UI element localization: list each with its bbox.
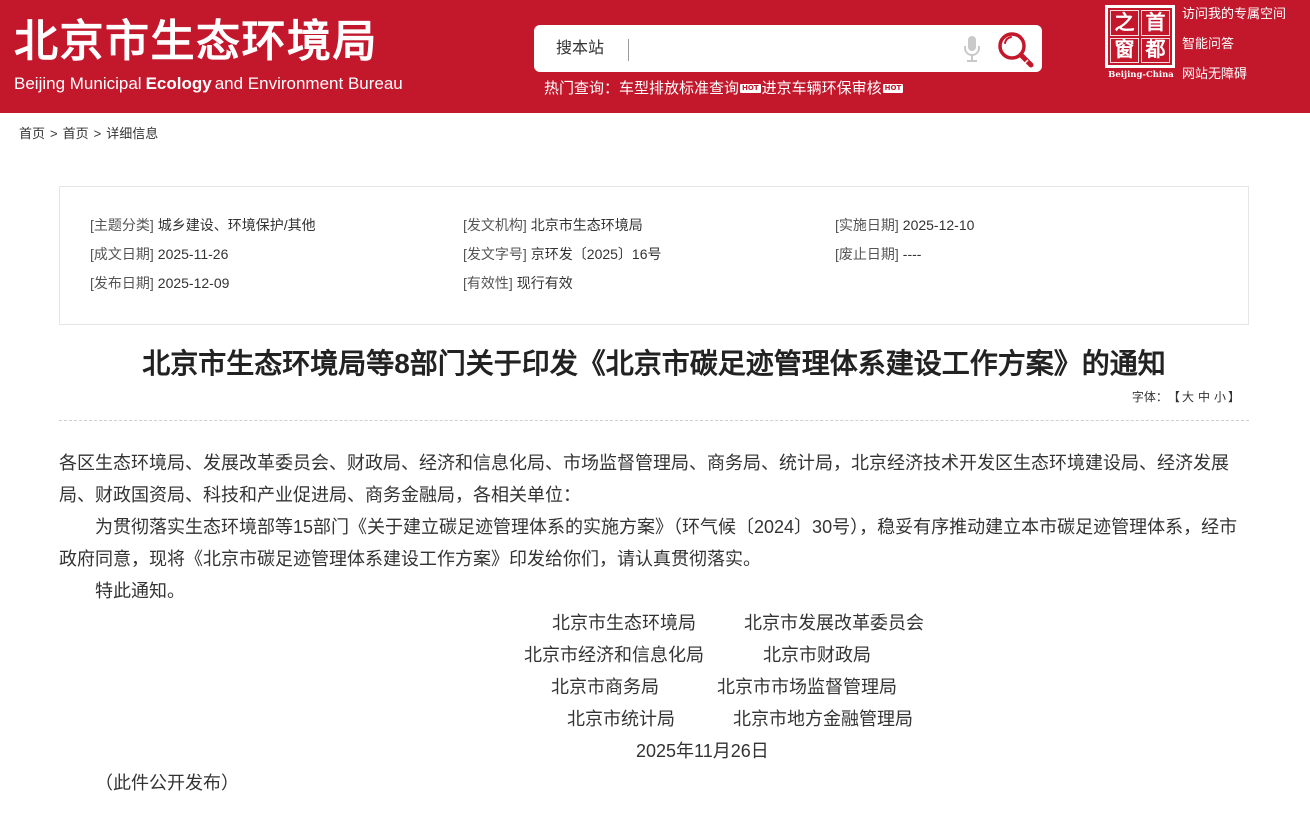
site-header: 北京市生态环境局 Beijing Municipal Ecology and Env… xyxy=(0,0,1310,113)
article-title: 北京市生态环境局等8部门关于印发《北京市碳足迹管理体系建设工作方案》的通知 xyxy=(142,348,1166,379)
metadata-value: ---- xyxy=(902,246,922,262)
body-paragraph: 为贯彻落实生态环境部等15部门《关于建立碳足迹管理体系的实施方案》（环气候〔20… xyxy=(59,517,1238,569)
site-subtitle-part: Ecology xyxy=(145,74,212,93)
closing-paragraph: 特此通知。 xyxy=(95,581,185,601)
font-size-bracket: 】 xyxy=(1227,390,1240,404)
signatory: 北京市发展改革委员会 xyxy=(744,613,924,633)
metadata-label: [成文日期] xyxy=(90,246,154,262)
article-content: [主题分类] 城乡建设、环境保护/其他 [成文日期] 2025-11-26 [发布日… xyxy=(59,186,1249,806)
breadcrumb-home[interactable]: 首页 xyxy=(19,126,45,141)
article-body: 各区生态环境局、发展改革委员会、财政局、经济和信息化局、市场监督管理局、商务局、… xyxy=(59,447,1249,799)
signatory: 北京市财政局 xyxy=(763,645,871,665)
font-size-control: 字体： 【大中小】 xyxy=(1132,389,1240,405)
logo-caption: Beijing-China xyxy=(1108,70,1174,80)
metadata-row: [废止日期] ---- xyxy=(835,240,1195,269)
metadata-value: 2025-12-09 xyxy=(157,275,230,291)
signatory: 北京市商务局 xyxy=(551,677,659,697)
hot-queries: 热门查询：车型排放标准查询 HOT 进京车辆环保审核 HOT xyxy=(544,80,904,98)
site-title[interactable]: 北京市生态环境局 xyxy=(14,15,378,69)
font-size-label: 字体： xyxy=(1131,390,1168,404)
breadcrumb-separator: > xyxy=(93,126,102,141)
breadcrumb-separator: > xyxy=(50,126,58,141)
metadata-value: 2025-11-26 xyxy=(157,246,229,262)
signatory: 北京市地方金融管理局 xyxy=(733,709,913,729)
metadata-row: [成文日期] 2025-11-26 xyxy=(90,240,450,269)
metadata-label: [有效性] xyxy=(463,275,513,291)
metadata-value: 2025-12-10 xyxy=(902,217,975,233)
metadata-label: [发布日期] xyxy=(90,275,154,291)
signature-date-row: 2025年11月26日 xyxy=(59,735,1249,767)
hot-badge: HOT xyxy=(882,84,904,93)
breadcrumb-home[interactable]: 首页 xyxy=(63,126,89,141)
metadata-label: [实施日期] xyxy=(835,217,899,233)
metadata-row: [实施日期] 2025-12-10 xyxy=(835,211,1195,240)
release-note: （此件公开发布） xyxy=(95,773,239,793)
metadata-column: [主题分类] 城乡建设、环境保护/其他 [成文日期] 2025-11-26 [发布日… xyxy=(90,211,450,298)
breadcrumb-current: 详细信息 xyxy=(106,126,159,141)
search-divider xyxy=(628,39,629,61)
metadata-label: [主题分类] xyxy=(90,217,154,233)
metadata-row: [发文字号] 京环发〔2025〕16号 xyxy=(463,240,823,269)
font-size-medium[interactable]: 中 xyxy=(1198,390,1210,404)
metadata-label: [发文机构] xyxy=(463,217,527,233)
search-icon[interactable] xyxy=(994,28,1036,70)
logo-mark: 之 首 窗 都 xyxy=(1105,5,1175,68)
metadata-value: 京环发〔2025〕16号 xyxy=(530,246,662,262)
signatory-row: 北京市商务局 北京市市场监督管理局 xyxy=(59,671,1249,703)
signatory-row: 北京市统计局 北京市地方金融管理局 xyxy=(59,703,1249,735)
capital-window-logo[interactable]: 之 首 窗 都 Beijing-China xyxy=(1105,5,1177,85)
hot-query-link[interactable]: 车型排放标准查询 xyxy=(619,80,739,97)
logo-char: 首 xyxy=(1141,10,1170,36)
metadata-row: [发文机构] 北京市生态环境局 xyxy=(463,211,823,240)
accessibility-link[interactable]: 网站无障碍 xyxy=(1182,64,1308,94)
personal-space-link[interactable]: 访问我的专属空间 xyxy=(1182,4,1308,34)
font-size-large[interactable]: 大 xyxy=(1182,390,1194,404)
signature-date: 2025年11月26日 xyxy=(636,741,769,761)
site-subtitle-part: Beijing Municipal xyxy=(14,74,142,93)
search-input[interactable] xyxy=(638,33,954,64)
site-subtitle-part: and Environment Bureau xyxy=(214,74,403,93)
metadata-row: [有效性] 现行有效 xyxy=(463,269,823,298)
metadata-label: [废止日期] xyxy=(835,246,899,262)
hot-badge: HOT xyxy=(740,84,761,93)
breadcrumb: 首页 > 首页 > 详细信息 xyxy=(19,125,158,143)
microphone-icon[interactable] xyxy=(962,35,982,63)
font-size-bracket: 【 xyxy=(1173,390,1180,404)
metadata-column: [发文机构] 北京市生态环境局 [发文字号] 京环发〔2025〕16号 [有效性] 现… xyxy=(463,211,823,298)
signatory: 北京市生态环境局 xyxy=(552,613,696,633)
signatory: 北京市统计局 xyxy=(567,709,675,729)
title-divider xyxy=(59,420,1249,421)
site-subtitle: Beijing Municipal Ecology and Environment … xyxy=(14,73,403,95)
document-metadata-box: [主题分类] 城乡建设、环境保护/其他 [成文日期] 2025-11-26 [发布日… xyxy=(59,186,1249,325)
metadata-row: [发布日期] 2025-12-09 xyxy=(90,269,450,298)
metadata-value: 北京市生态环境局 xyxy=(530,217,643,233)
logo-char: 之 xyxy=(1110,10,1139,36)
metadata-value: 城乡建设、环境保护/其他 xyxy=(157,217,316,233)
hot-queries-label: 热门查询： xyxy=(544,80,620,97)
metadata-column: [实施日期] 2025-12-10 [废止日期] ---- xyxy=(835,211,1195,269)
signatory-row: 北京市生态环境局 北京市发展改革委员会 xyxy=(59,607,1249,639)
font-size-small[interactable]: 小 xyxy=(1214,390,1226,404)
metadata-row: [主题分类] 城乡建设、环境保护/其他 xyxy=(90,211,450,240)
search-scope-label[interactable]: 搜本站 xyxy=(556,25,604,72)
smart-qa-link[interactable]: 智能问答 xyxy=(1182,34,1308,64)
header-quick-links: 访问我的专属空间 智能问答 网站无障碍 xyxy=(1182,4,1308,94)
search-box: 搜本站 xyxy=(534,25,1042,72)
logo-char: 窗 xyxy=(1110,37,1139,63)
signatory: 北京市市场监督管理局 xyxy=(717,677,897,697)
signatory: 北京市经济和信息化局 xyxy=(524,645,704,665)
hot-query-link[interactable]: 进京车辆环保审核 xyxy=(762,80,882,97)
metadata-value: 现行有效 xyxy=(516,275,573,291)
salutation-paragraph: 各区生态环境局、发展改革委员会、财政局、经济和信息化局、市场监督管理局、商务局、… xyxy=(59,453,1229,505)
logo-char: 都 xyxy=(1141,37,1170,63)
metadata-label: [发文字号] xyxy=(463,246,527,262)
signatory-row: 北京市经济和信息化局 北京市财政局 xyxy=(59,639,1249,671)
